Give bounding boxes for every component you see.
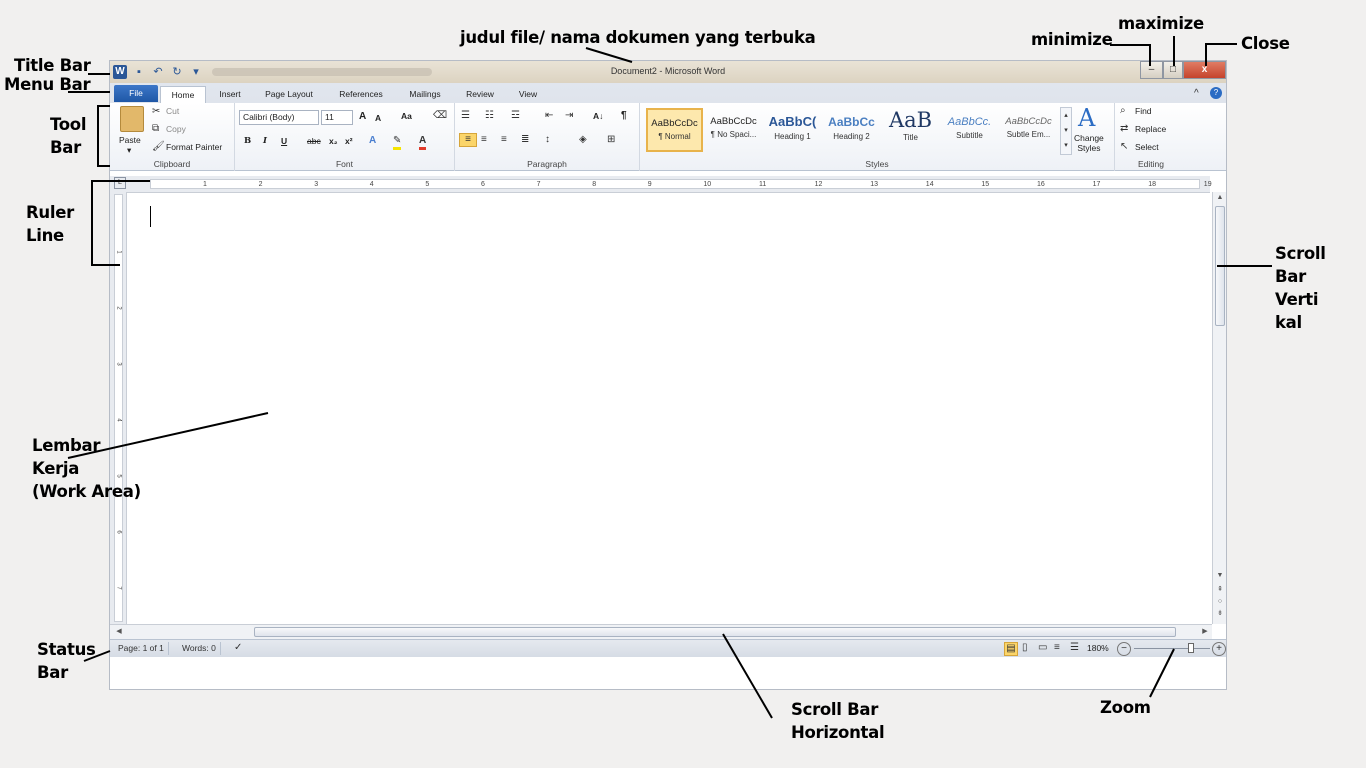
close-leader (1205, 43, 1237, 66)
label-zoom: Zoom (1100, 698, 1151, 717)
file-name-leader (585, 47, 633, 63)
label-scroll-v-line3: Verti (1275, 290, 1319, 309)
label-menu-bar: Menu Bar (4, 75, 91, 94)
label-work-area-line1: Lembar (32, 436, 101, 455)
annotation-lines (67, 36, 1272, 719)
label-scroll-vertical: Scroll Bar Verti kal (1275, 242, 1326, 334)
label-work-area-line3: (Work Area) (32, 482, 141, 501)
label-ruler-line1: Ruler (26, 203, 74, 222)
label-scroll-h-line2: Horizontal (791, 723, 885, 742)
label-scroll-v-line2: Bar (1275, 267, 1306, 286)
label-ruler-line: Ruler Line (26, 201, 74, 247)
label-tool-bar: Tool Bar (50, 113, 87, 159)
label-status-line1: Status (37, 640, 96, 659)
label-tool-bar-line1: Tool (50, 115, 87, 134)
label-tool-bar-line2: Bar (50, 138, 81, 157)
label-ruler-line2: Line (26, 226, 64, 245)
label-status-bar: Status Bar (37, 638, 96, 684)
label-maximize: maximize (1118, 14, 1204, 33)
label-file-name: judul file/ nama dokumen yang terbuka (460, 28, 816, 47)
label-scroll-v-line1: Scroll (1275, 244, 1326, 263)
label-work-area-line2: Kerja (32, 459, 80, 478)
ruler-bracket (91, 180, 150, 266)
label-work-area: Lembar Kerja (Work Area) (32, 434, 141, 503)
label-scroll-horizontal: Scroll Bar Horizontal (791, 698, 885, 744)
label-status-line2: Bar (37, 663, 68, 682)
label-scroll-v-line4: kal (1275, 313, 1302, 332)
label-close: Close (1241, 34, 1290, 53)
minimize-leader (1110, 44, 1151, 66)
label-scroll-h-line1: Scroll Bar (791, 700, 879, 719)
scroll-horizontal-leader (722, 633, 773, 719)
label-minimize: minimize (1031, 30, 1113, 49)
tool-bar-bracket (97, 105, 110, 167)
zoom-leader (1149, 648, 1175, 698)
